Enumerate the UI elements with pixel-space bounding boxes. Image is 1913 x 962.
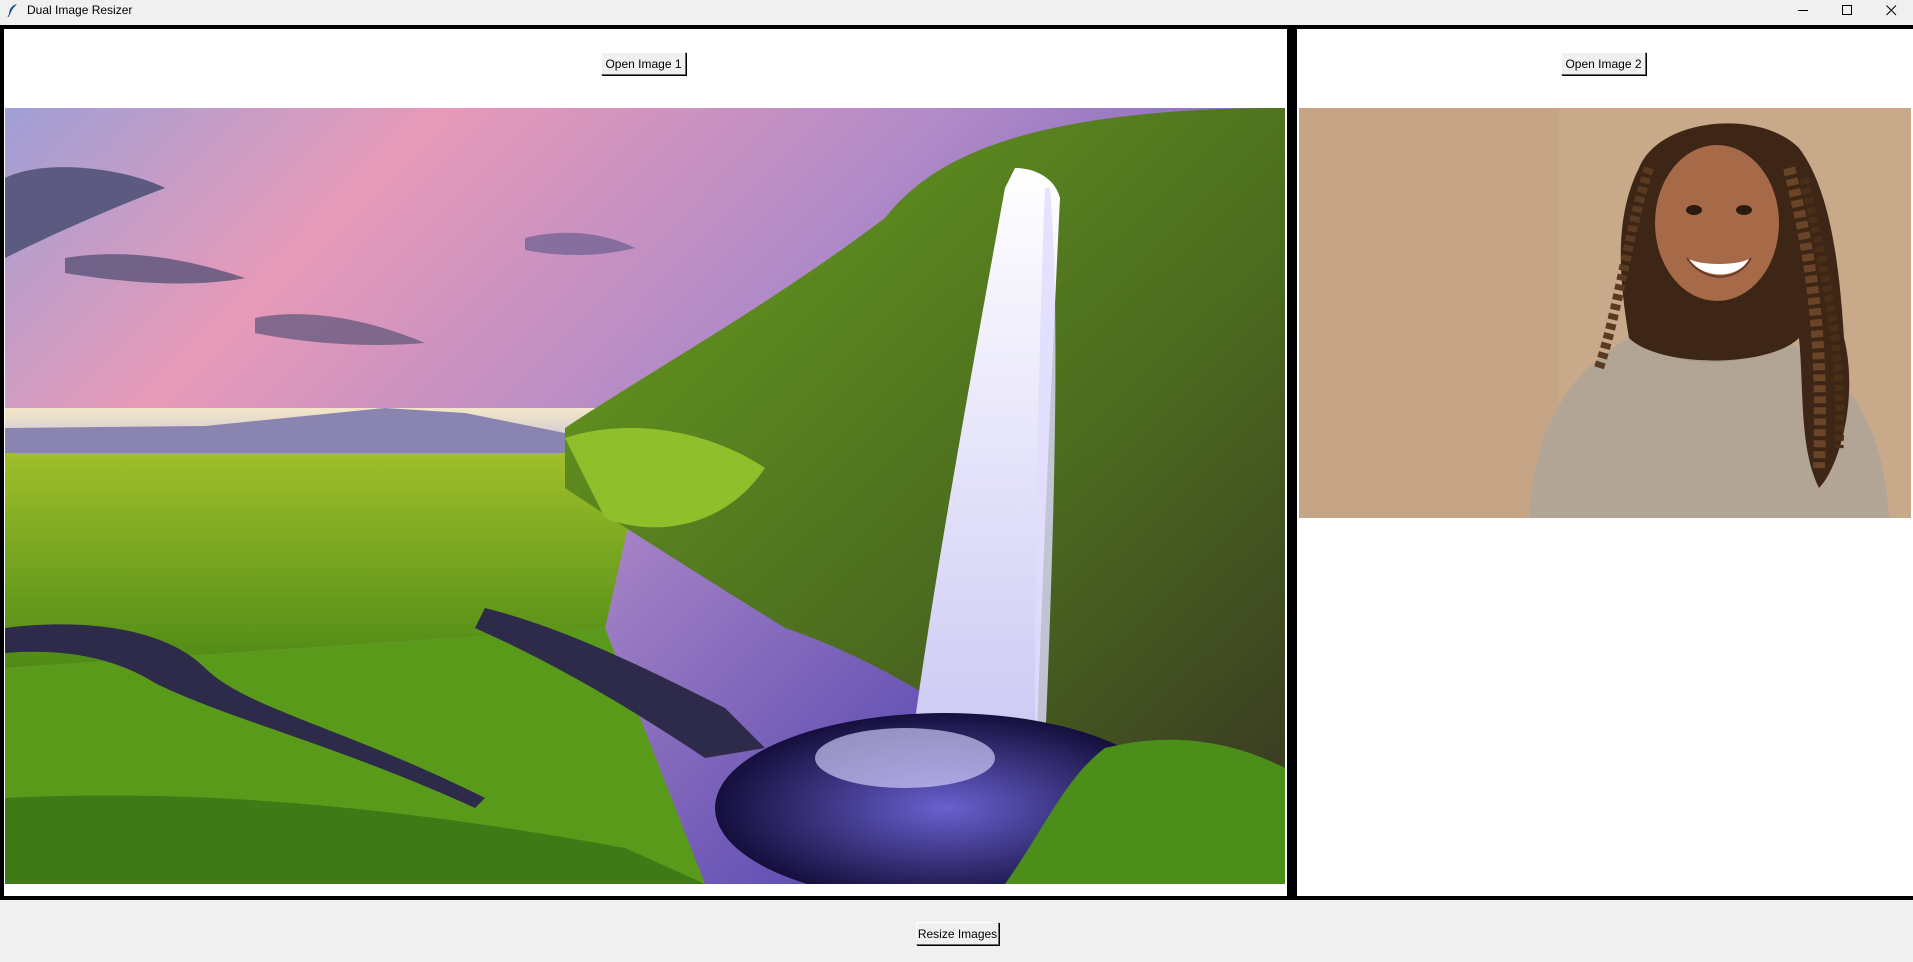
feather-icon xyxy=(6,3,20,18)
open-image-2-button[interactable]: Open Image 2 xyxy=(1561,52,1646,75)
title-bar: Dual Image Resizer xyxy=(0,0,1913,21)
maximize-button[interactable] xyxy=(1825,0,1869,21)
close-icon xyxy=(1886,5,1897,16)
image-2-display xyxy=(1299,108,1911,518)
open-image-1-button[interactable]: Open Image 1 xyxy=(601,52,686,75)
minimize-button[interactable] xyxy=(1781,0,1825,21)
resize-images-button[interactable]: Resize Images xyxy=(916,922,999,945)
minimize-icon xyxy=(1798,10,1808,11)
window-title: Dual Image Resizer xyxy=(27,3,133,17)
image-1-display xyxy=(5,108,1285,884)
close-button[interactable] xyxy=(1869,0,1913,21)
maximize-icon xyxy=(1842,5,1852,15)
